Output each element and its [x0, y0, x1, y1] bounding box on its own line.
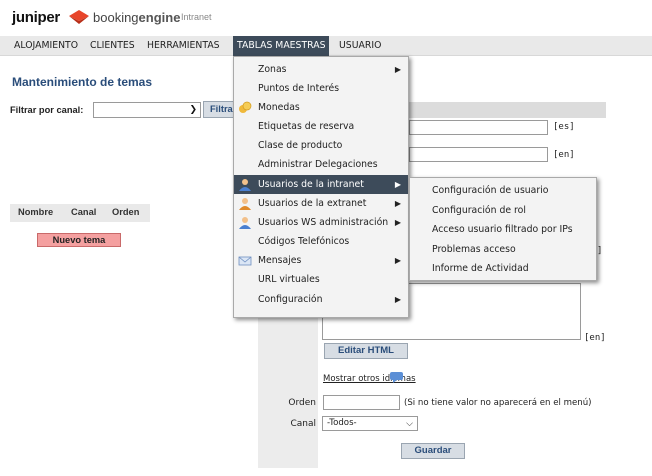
- order-input[interactable]: [323, 395, 400, 410]
- menu-item-mensajes[interactable]: Mensajes ▶: [234, 251, 408, 270]
- new-theme-button[interactable]: Nuevo tema: [37, 233, 121, 247]
- product-name: bookingengine: [93, 10, 180, 25]
- menu-item-label: URL virtuales: [258, 274, 320, 285]
- menu-item-codigos-telefonicos[interactable]: Códigos Telefónicos: [234, 232, 408, 251]
- arrow-right-icon: ▶: [394, 295, 401, 304]
- menu-item-zonas[interactable]: Zonas ▶: [234, 60, 408, 79]
- menu-item-label: Configuración: [258, 294, 323, 305]
- page-title: Mantenimiento de temas: [12, 75, 153, 89]
- submenu-configuracion-usuario[interactable]: Configuración de usuario: [410, 181, 596, 200]
- menu-item-etiquetas-reserva[interactable]: Etiquetas de reserva: [234, 117, 408, 136]
- arrow-right-icon: ▶: [394, 218, 401, 227]
- filter-label: Filtrar por canal:: [10, 105, 84, 115]
- chevron-down-icon: ❯: [189, 105, 197, 115]
- user-icon: [239, 179, 251, 191]
- nav-herramientas[interactable]: HERRAMIENTAS: [143, 36, 224, 56]
- menu-item-label: Usuarios de la intranet: [258, 179, 364, 190]
- menu-item-label: Puntos de Interés: [258, 83, 340, 94]
- channel-label: Canal: [290, 419, 316, 429]
- submenu-configuracion-rol[interactable]: Configuración de rol: [410, 201, 596, 220]
- channel-select-value: -Todos-: [327, 418, 357, 428]
- name-en-input[interactable]: [409, 147, 548, 162]
- menu-item-label: Clase de producto: [258, 140, 343, 151]
- menu-item-label: Administrar Delegaciones: [258, 159, 378, 170]
- tablas-maestras-menu: Zonas ▶ Puntos de Interés Monedas Etiquet…: [233, 56, 409, 318]
- filter-button[interactable]: Filtrar: [203, 101, 235, 118]
- menu-item-label: Mensajes: [258, 255, 302, 266]
- coins-icon: [239, 101, 252, 113]
- menu-item-configuracion[interactable]: Configuración ▶: [234, 290, 408, 309]
- column-canal: Canal: [71, 207, 97, 217]
- nav-alojamiento[interactable]: ALOJAMIENTO: [10, 36, 82, 56]
- menu-item-label: Usuarios de la extranet: [258, 198, 367, 209]
- menu-item-usuarios-extranet[interactable]: Usuarios de la extranet ▶: [234, 194, 408, 213]
- menu-item-usuarios-ws[interactable]: Usuarios WS administración ▶: [234, 213, 408, 232]
- menu-item-monedas[interactable]: Monedas: [234, 98, 408, 117]
- brand-logo-icon: [69, 10, 89, 24]
- nav-clientes[interactable]: CLIENTES: [86, 36, 139, 56]
- menu-item-label: Monedas: [258, 102, 300, 113]
- arrow-right-icon: ▶: [394, 199, 401, 208]
- arrow-right-icon: ▶: [394, 65, 401, 74]
- product-name-bold: engine: [138, 10, 181, 25]
- lang-es-label: [es]: [553, 122, 575, 132]
- menu-item-url-virtuales[interactable]: URL virtuales: [234, 270, 408, 289]
- themes-grid-header: Nombre Canal Orden: [10, 204, 150, 222]
- chevron-down-icon: ⌵: [406, 419, 413, 429]
- product-suffix: Intranet: [181, 12, 212, 22]
- menu-item-administrar-delegaciones[interactable]: Administrar Delegaciones: [234, 155, 408, 174]
- menu-item-puntos-interes[interactable]: Puntos de Interés: [234, 79, 408, 98]
- top-navigation: ALOJAMIENTO CLIENTES HERRAMIENTAS TABLAS…: [0, 36, 652, 56]
- mail-icon: [238, 256, 252, 266]
- submenu-acceso-filtrado-ips[interactable]: Acceso usuario filtrado por IPs: [410, 220, 596, 239]
- app-header: juniper bookingengine Intranet: [0, 0, 652, 36]
- order-hint: (Si no tiene valor no aparecerá en el me…: [404, 398, 592, 408]
- menu-item-label: Etiquetas de reserva: [258, 121, 355, 132]
- lang-bracket-fragment: ]: [597, 246, 603, 256]
- arrow-right-icon: ▶: [394, 256, 401, 265]
- brand-logo-text: juniper: [12, 9, 60, 26]
- product-name-light: booking: [93, 10, 139, 25]
- name-es-input[interactable]: [409, 120, 548, 135]
- submenu-informe-actividad[interactable]: Informe de Actividad: [410, 259, 596, 278]
- order-label: Orden: [288, 398, 316, 408]
- channel-select[interactable]: -Todos- ⌵: [322, 416, 418, 431]
- user-icon: [239, 198, 251, 210]
- chat-bubble-icon[interactable]: [389, 371, 404, 383]
- save-button[interactable]: Guardar: [401, 443, 465, 459]
- menu-item-label: Zonas: [258, 64, 287, 75]
- lang-en-label: [en]: [553, 150, 575, 160]
- lang-en-label-2: [en]: [584, 333, 606, 343]
- menu-item-clase-producto[interactable]: Clase de producto: [234, 136, 408, 155]
- channel-filter-select[interactable]: ❯: [93, 102, 201, 118]
- arrow-right-icon: ▶: [394, 180, 401, 189]
- submenu-problemas-acceso[interactable]: Problemas acceso: [410, 240, 596, 259]
- column-orden: Orden: [112, 207, 140, 217]
- usuarios-intranet-submenu: Configuración de usuario Configuración d…: [409, 177, 597, 281]
- nav-usuario[interactable]: USUARIO: [335, 36, 385, 56]
- user-icon: [239, 217, 251, 229]
- edit-html-button[interactable]: Editar HTML: [324, 343, 408, 359]
- menu-item-label: Códigos Telefónicos: [258, 236, 350, 247]
- menu-item-label: Usuarios WS administración: [258, 217, 389, 228]
- column-nombre: Nombre: [18, 207, 54, 217]
- nav-tablas-maestras[interactable]: TABLAS MAESTRAS: [233, 36, 330, 56]
- menu-item-usuarios-intranet[interactable]: Usuarios de la intranet ▶: [234, 175, 408, 194]
